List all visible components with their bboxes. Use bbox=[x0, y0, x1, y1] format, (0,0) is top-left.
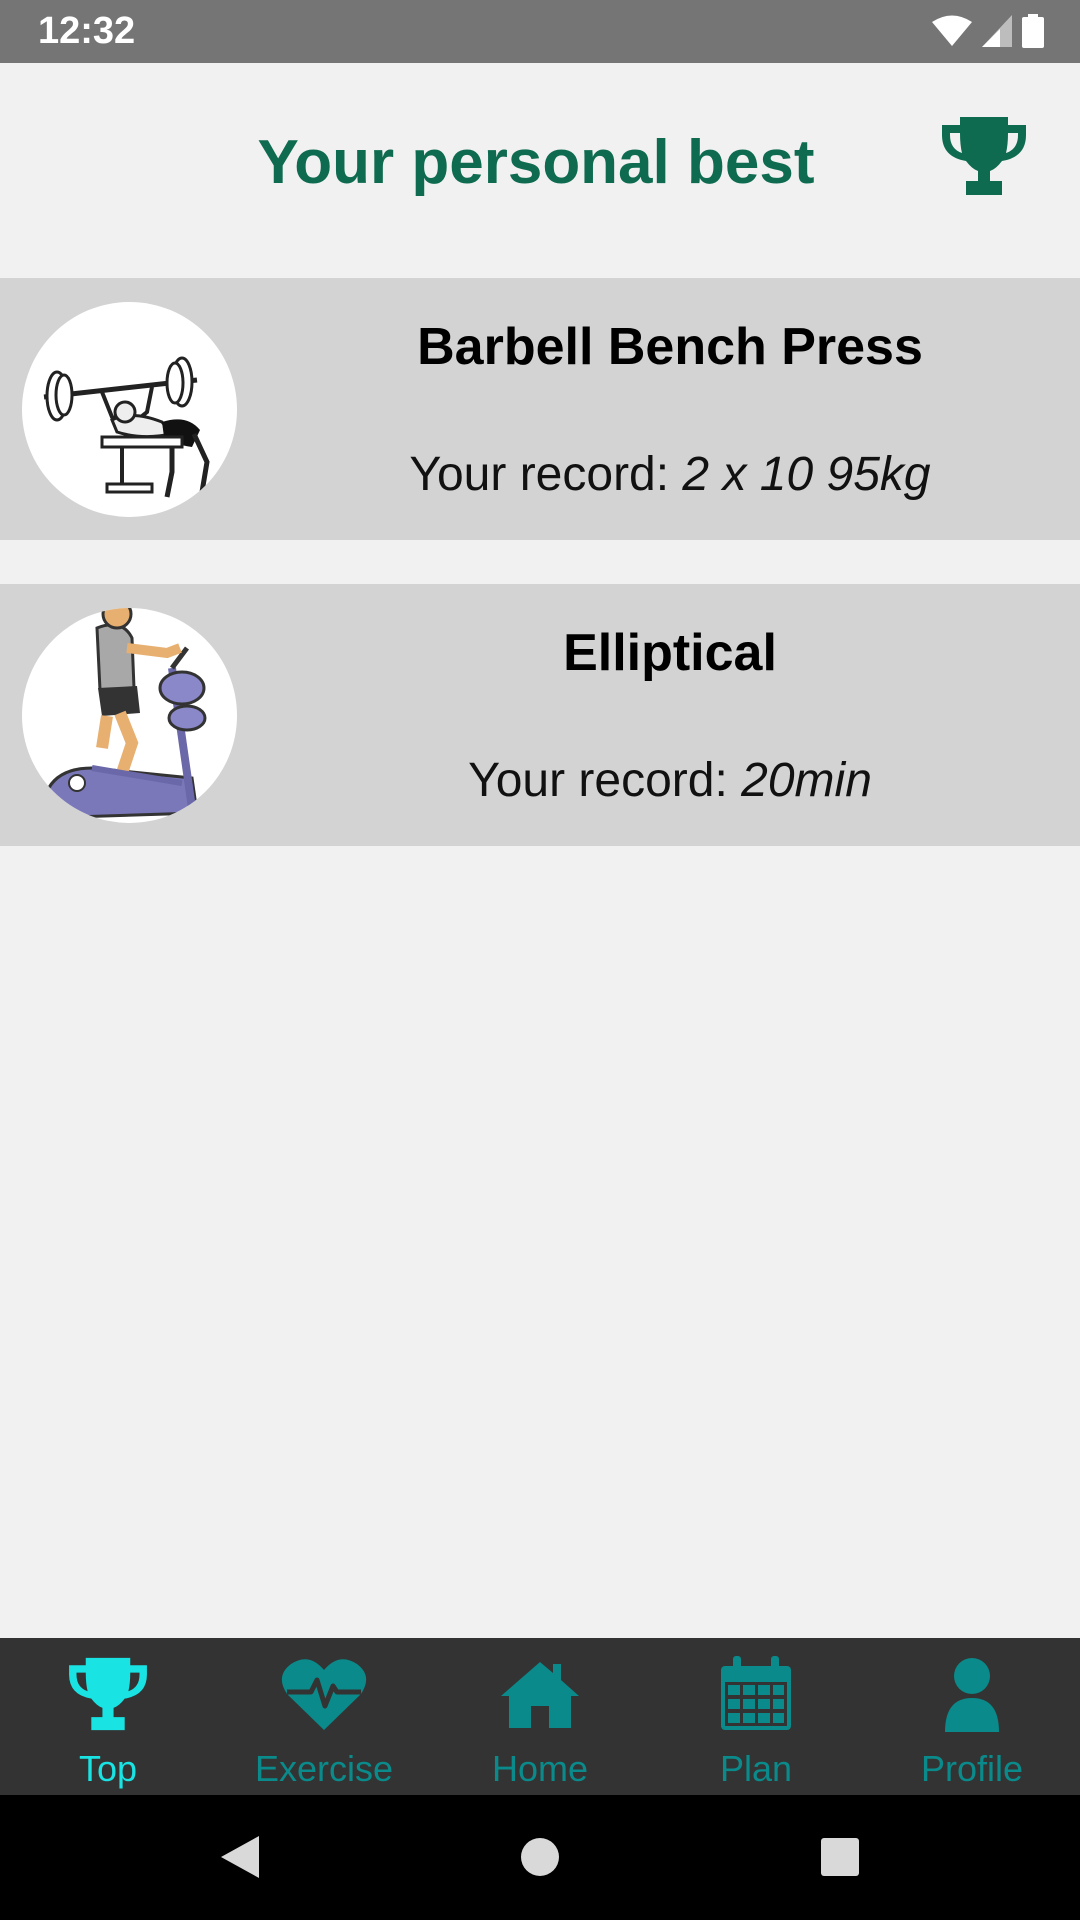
recents-icon[interactable] bbox=[815, 1832, 865, 1882]
record-card-elliptical[interactable]: Elliptical Your record: 20min bbox=[0, 584, 1080, 846]
nav-label: Plan bbox=[719, 1748, 793, 1789]
calendar-icon bbox=[713, 1656, 799, 1732]
home-circle-icon[interactable] bbox=[515, 1832, 565, 1882]
app-screen: 12:32 Your personal best Barbell Bench P… bbox=[0, 0, 1080, 1920]
nav-item-top[interactable]: Top bbox=[0, 1638, 216, 1795]
status-time: 12:32 bbox=[38, 10, 136, 52]
heartbeat-icon bbox=[281, 1656, 367, 1732]
home-icon bbox=[497, 1656, 583, 1732]
nav-label: Home bbox=[491, 1748, 589, 1789]
user-icon bbox=[929, 1656, 1015, 1732]
exercise-name: Elliptical bbox=[563, 624, 777, 682]
trophy-icon bbox=[940, 115, 1028, 197]
exercise-name: Barbell Bench Press bbox=[417, 318, 923, 376]
nav-item-home[interactable]: Home bbox=[432, 1638, 648, 1795]
page-title: Your personal best bbox=[257, 128, 815, 197]
elliptical-illustration bbox=[22, 608, 237, 823]
battery-icon bbox=[1022, 14, 1044, 48]
bench-press-illustration bbox=[22, 302, 237, 517]
trophy-icon bbox=[65, 1656, 151, 1732]
nav-item-profile[interactable]: Profile bbox=[864, 1638, 1080, 1795]
nav-label: Top bbox=[78, 1748, 138, 1789]
record-label: Your record: bbox=[409, 448, 683, 501]
record-card-bench-press[interactable]: Barbell Bench Press Your record: 2 x 10 … bbox=[0, 278, 1080, 540]
nav-item-exercise[interactable]: Exercise bbox=[216, 1638, 432, 1795]
nav-item-plan[interactable]: Plan bbox=[648, 1638, 864, 1795]
back-icon[interactable] bbox=[215, 1832, 265, 1882]
bottom-nav: Top Exercise Home Plan Profile bbox=[0, 1638, 1080, 1795]
record-line: Your record: 2 x 10 95kg bbox=[270, 446, 1070, 504]
system-nav-bar bbox=[0, 1795, 1080, 1920]
status-bar: 12:32 bbox=[0, 0, 1080, 63]
header: Your personal best bbox=[0, 63, 1080, 278]
nav-label: Profile bbox=[920, 1748, 1024, 1789]
nav-label: Exercise bbox=[254, 1748, 394, 1789]
wifi-icon bbox=[932, 15, 972, 47]
record-line: Your record: 20min bbox=[270, 752, 1070, 810]
cell-signal-icon bbox=[982, 15, 1012, 47]
record-label: Your record: bbox=[468, 754, 742, 807]
record-value: 20min bbox=[741, 754, 872, 807]
status-icons bbox=[932, 14, 1044, 48]
record-value: 2 x 10 95kg bbox=[682, 448, 931, 501]
